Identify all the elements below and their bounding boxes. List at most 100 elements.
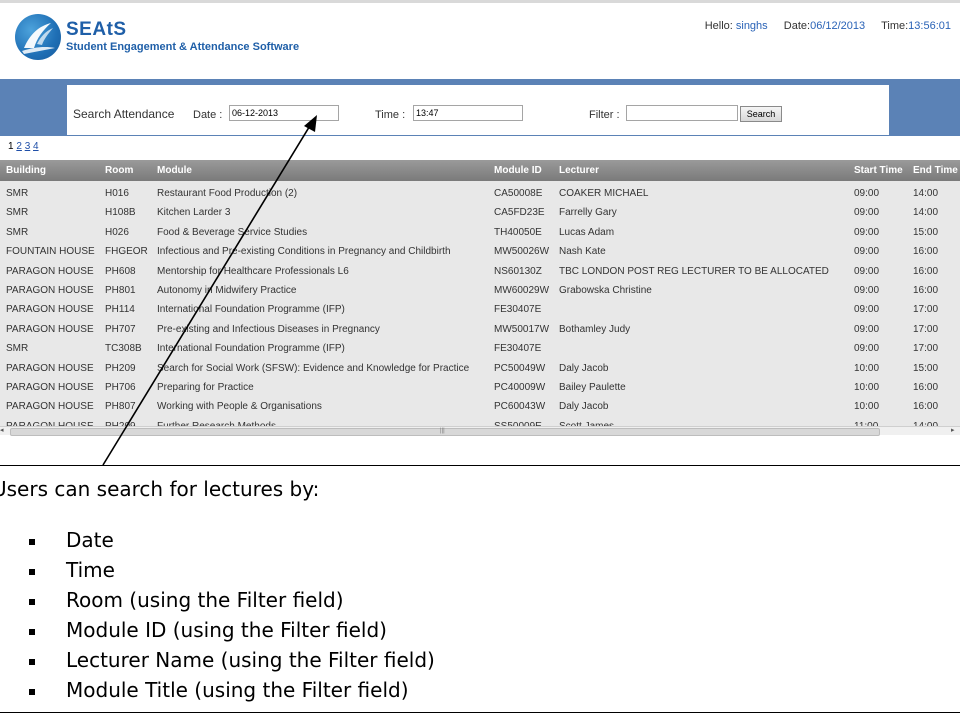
cell-lecturer: Bailey Paulette xyxy=(559,382,626,393)
table-row[interactable]: SMR TC308B International Foundation Progra… xyxy=(0,338,960,357)
bullet-text: Module ID (using the Filter field) xyxy=(66,618,387,642)
cell-module-id: CA50008E xyxy=(494,188,543,199)
cell-module-id: CA5FD23E xyxy=(494,207,545,219)
cell-building: SMR xyxy=(6,188,29,199)
cell-module-id: MW60029W xyxy=(494,285,550,296)
cell-end-time: 17:00 xyxy=(913,323,939,335)
cell-module: Pre-existing and Infectious Diseases in … xyxy=(157,323,380,335)
cell-start-time: 10:00 xyxy=(854,382,880,393)
bullet-text: Module Title (using the Filter field) xyxy=(66,678,409,702)
cell-building: SMR xyxy=(6,226,29,238)
cell-building: PARAGON HOUSE xyxy=(6,382,94,393)
column-header-module-id[interactable]: Module ID xyxy=(494,165,542,176)
bullet-square-icon xyxy=(29,689,35,695)
horizontal-scrollbar[interactable]: ◂ ||| ▸ xyxy=(0,426,960,436)
cell-module: Search for Social Work (SFSW): Evidence … xyxy=(157,362,470,374)
attendance-table: Building Room Module Module ID Lecturer … xyxy=(0,160,960,426)
cell-module-id: FE30407E xyxy=(494,304,542,316)
cell-lecturer: Daly Jacob xyxy=(559,362,609,374)
cell-module: Working with People & Organisations xyxy=(157,401,322,413)
bullet-square-icon xyxy=(29,629,35,635)
current-date: 06/12/2013 xyxy=(810,20,866,32)
cell-room: PH209 xyxy=(105,362,136,374)
logo-swoosh-icon xyxy=(22,23,55,54)
username-link[interactable]: singhs xyxy=(736,20,768,32)
cell-room: PH801 xyxy=(105,285,136,296)
cell-room: H016 xyxy=(105,188,129,199)
cell-room: PH608 xyxy=(105,265,136,277)
scroll-left-arrow-icon[interactable]: ◂ xyxy=(0,426,4,434)
seats-logo-icon xyxy=(15,14,61,60)
column-header-end-time[interactable]: End Time xyxy=(913,165,958,176)
cell-start-time: 09:00 xyxy=(854,207,880,219)
date-label: Date: xyxy=(783,20,811,32)
date-field-label: Date : xyxy=(193,109,223,121)
session-info: Hello: singhs Date:06/12/2013 Time:13:56… xyxy=(705,20,951,32)
cell-building: PARAGON HOUSE xyxy=(6,323,94,335)
table-row[interactable]: FOUNTAIN HOUSE FHGEOR Infectious and Pre-e… xyxy=(0,241,960,260)
table-row[interactable]: SMR H108B Kitchen Larder 3 CA5FD23E Farrelly… xyxy=(0,202,960,221)
bullet-text: Room (using the Filter field) xyxy=(66,588,344,612)
cell-room: TC308B xyxy=(105,343,142,355)
brand-tagline: Student Engagement & Attendance Software xyxy=(66,41,300,53)
scrollbar-thumb[interactable] xyxy=(10,428,880,436)
cell-module: International Foundation Programme (IFP) xyxy=(157,304,345,316)
table-row[interactable]: PARAGON HOUSE PH209 Search for Social Work… xyxy=(0,358,960,377)
cell-module: Preparing for Practice xyxy=(157,382,254,393)
column-header-room[interactable]: Room xyxy=(105,165,133,176)
cell-building: SMR xyxy=(6,343,29,355)
table-row[interactable]: PARAGON HOUSEPH209Further Research Metho… xyxy=(0,416,960,426)
filter-input[interactable] xyxy=(626,105,738,121)
cell-lecturer: Bothamley Judy xyxy=(559,323,631,335)
cell-module: Autonomy in Midwifery Practice xyxy=(157,285,297,296)
search-attendance-panel: Search Attendance Date : Time : Filter :… xyxy=(67,85,889,135)
brand-name: SEAtS xyxy=(66,19,127,40)
table-row[interactable]: PARAGON HOUSE PH801 Autonomy in Midwifery … xyxy=(0,280,960,299)
cell-module: Mentorship for Healthcare Professionals … xyxy=(157,265,349,277)
table-row[interactable]: PARAGON HOUSE PH114 International Foundati… xyxy=(0,299,960,318)
table-row[interactable]: SMR H016 Restaurant Food Production (2) CA5… xyxy=(0,183,960,202)
cell-lecturer: Lucas Adam xyxy=(559,226,615,238)
cell-start-time: 10:00 xyxy=(854,362,880,374)
table-header: Building Room Module Module ID Lecturer … xyxy=(0,160,960,181)
cell-building: FOUNTAIN HOUSE xyxy=(6,246,95,258)
time-input[interactable] xyxy=(413,105,523,121)
table-row[interactable]: PARAGON HOUSE PH707 Pre-existing and Infec… xyxy=(0,319,960,338)
divider-bottom xyxy=(0,712,960,713)
column-header-building[interactable]: Building xyxy=(6,165,46,176)
cell-module-id: PC40009W xyxy=(494,382,546,393)
scrollbar-grip-icon: ||| xyxy=(440,428,445,434)
cell-start-time: 09:00 xyxy=(854,226,880,238)
cell-module-id: FE30407E xyxy=(494,343,542,355)
page-link-2[interactable]: 2 xyxy=(16,141,22,152)
cell-module: Food & Beverage Service Studies xyxy=(157,226,308,238)
page-link-4[interactable]: 4 xyxy=(33,141,39,152)
column-header-start-time[interactable]: Start Time xyxy=(854,165,903,176)
cell-end-time: 16:00 xyxy=(913,401,939,413)
cell-lecturer: Farrelly Gary xyxy=(559,207,617,219)
date-input[interactable] xyxy=(229,105,339,121)
table-row[interactable]: PARAGON HOUSE PH807 Working with People & … xyxy=(0,396,960,415)
cell-lecturer: COAKER MICHAEL xyxy=(559,188,649,199)
bullet-square-icon xyxy=(29,599,35,605)
page-link-3[interactable]: 3 xyxy=(25,141,31,152)
table-row[interactable]: PARAGON HOUSE PH608 Mentorship for Healthc… xyxy=(0,261,960,280)
column-header-module[interactable]: Module xyxy=(157,165,192,176)
cell-module-id: TH40050E xyxy=(494,226,542,238)
cell-module: Kitchen Larder 3 xyxy=(157,207,231,219)
scroll-right-arrow-icon[interactable]: ▸ xyxy=(951,426,955,434)
table-row[interactable]: PARAGON HOUSE PH706 Preparing for Practice… xyxy=(0,377,960,396)
search-button[interactable]: Search xyxy=(740,106,782,122)
cell-end-time: 16:00 xyxy=(913,382,939,393)
column-header-lecturer[interactable]: Lecturer xyxy=(559,165,599,176)
cell-building: PARAGON HOUSE xyxy=(6,285,94,296)
cell-room: H026 xyxy=(105,226,129,238)
bullet-text: Lecturer Name (using the Filter field) xyxy=(66,648,435,672)
bullet-text: Date xyxy=(66,528,114,552)
cell-end-time: 14:00 xyxy=(913,188,939,199)
cell-module-id: MW50026W xyxy=(494,246,550,258)
cell-start-time: 09:00 xyxy=(854,285,880,296)
table-row[interactable]: SMR H026 Food & Beverage Service Studies TH… xyxy=(0,222,960,241)
cell-start-time: 10:00 xyxy=(854,401,880,413)
cell-start-time: 09:00 xyxy=(854,265,880,277)
